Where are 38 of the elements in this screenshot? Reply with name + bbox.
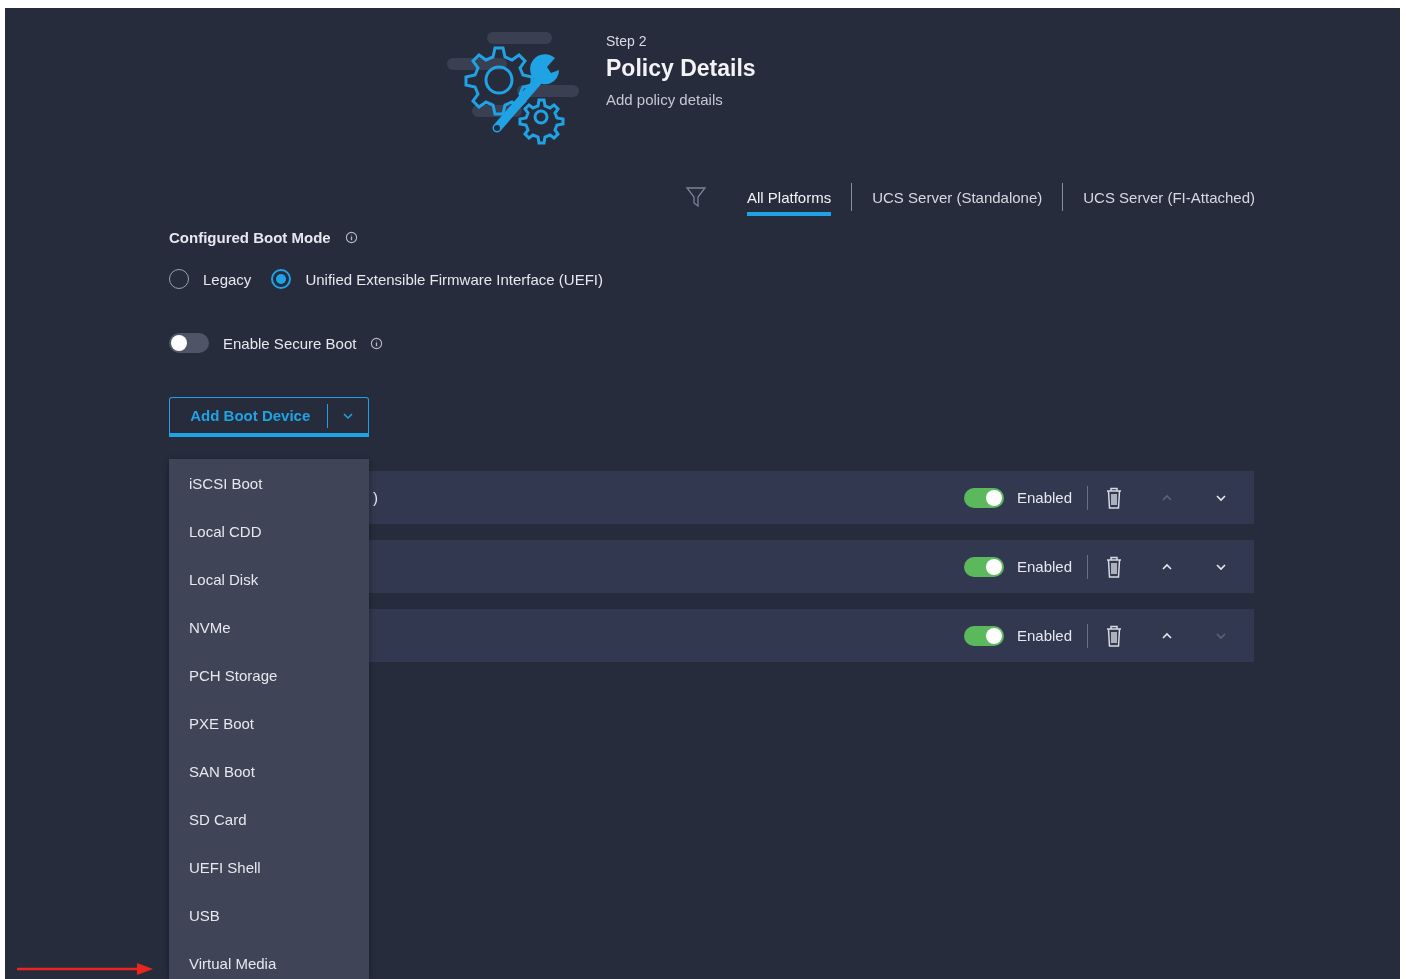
- trash-icon[interactable]: [1106, 624, 1122, 647]
- info-icon[interactable]: [370, 336, 384, 350]
- menu-item[interactable]: Local Disk: [169, 555, 369, 603]
- boot-mode-label: Configured Boot Mode: [169, 229, 331, 246]
- menu-item[interactable]: SD Card: [169, 795, 369, 843]
- menu-item[interactable]: PCH Storage: [169, 651, 369, 699]
- filter-icon[interactable]: [685, 186, 707, 208]
- platform-tab[interactable]: UCS Server (Standalone): [872, 182, 1043, 216]
- menu-item[interactable]: iSCSI Boot: [169, 459, 369, 507]
- status-label: Enabled: [1016, 489, 1072, 506]
- radio-label: Unified Extensible Firmware Interface (UEFI): [305, 270, 603, 288]
- toggle-switch[interactable]: [169, 333, 209, 353]
- status-label: Enabled: [1016, 627, 1072, 644]
- toggle-switch[interactable]: [963, 625, 1004, 646]
- platform-tab[interactable]: UCS Server (FI-Attached): [1083, 182, 1255, 216]
- info-icon[interactable]: [344, 231, 358, 244]
- menu-item[interactable]: USB: [169, 891, 369, 939]
- step-label: Step 2: [606, 33, 648, 49]
- trash-icon[interactable]: [1106, 486, 1122, 509]
- add-boot-device-button[interactable]: Add Boot Device: [169, 397, 369, 437]
- radio-button[interactable]: [271, 269, 292, 289]
- page-subtitle: Add policy details: [606, 91, 724, 108]
- platform-tab[interactable]: All Platforms: [747, 182, 832, 216]
- menu-item[interactable]: Virtual Media: [169, 939, 369, 979]
- menu-item[interactable]: PXE Boot: [169, 699, 369, 747]
- menu-item[interactable]: UEFI Shell: [169, 843, 369, 891]
- page-title: Policy Details: [606, 55, 756, 82]
- status-label: Enabled: [1016, 558, 1072, 575]
- toggle-switch[interactable]: [963, 487, 1004, 508]
- device-name: ): [373, 489, 378, 506]
- toggle-label: Enable Secure Boot: [223, 334, 357, 352]
- menu-item[interactable]: NVMe: [169, 603, 369, 651]
- menu-item[interactable]: Local CDD: [169, 507, 369, 555]
- trash-icon[interactable]: [1106, 555, 1122, 578]
- toggle-switch[interactable]: [963, 556, 1004, 577]
- radio-label: Legacy: [203, 270, 252, 288]
- menu-item[interactable]: SAN Boot: [169, 747, 369, 795]
- settings-wrench-icon: [447, 30, 582, 145]
